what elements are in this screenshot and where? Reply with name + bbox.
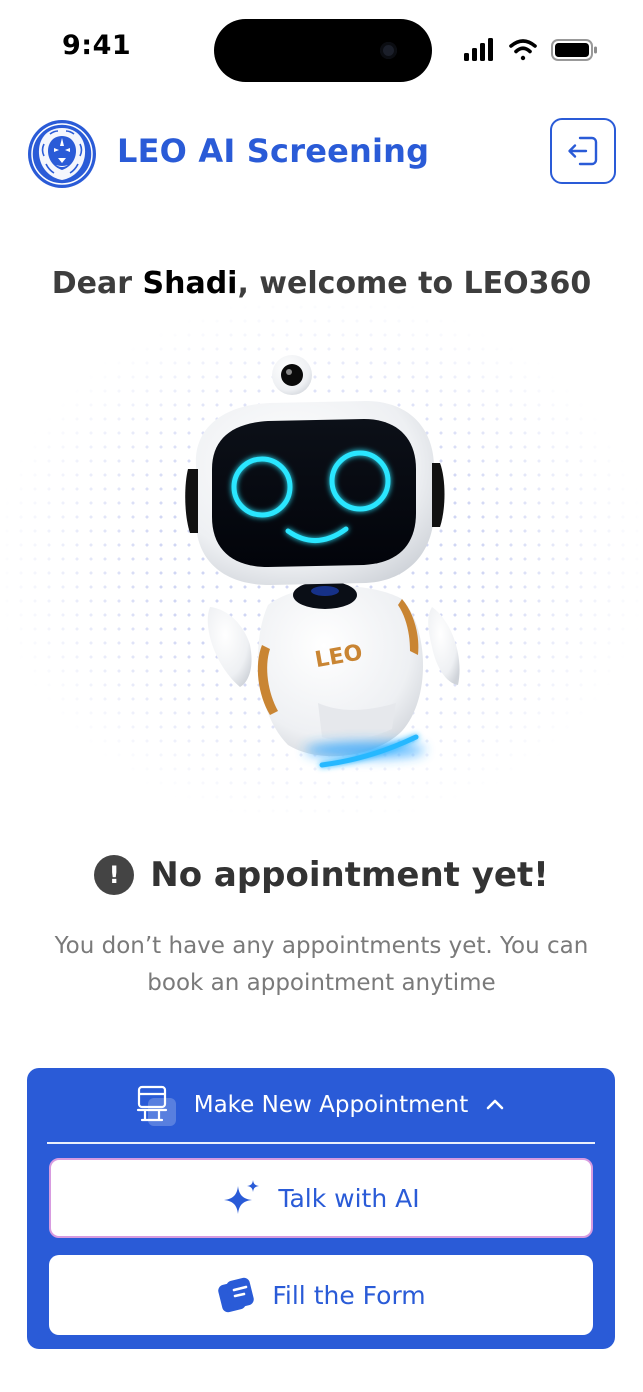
signal-icon <box>464 38 493 61</box>
welcome-prefix: Dear <box>51 266 143 301</box>
logout-button[interactable] <box>550 118 616 184</box>
welcome-suffix: , welcome to LEO360 <box>237 266 592 301</box>
app-header: LEO AI Screening <box>0 110 643 200</box>
wifi-icon <box>509 39 537 61</box>
user-name: Shadi <box>142 266 238 301</box>
calendar-desk-icon <box>136 1085 176 1126</box>
lion-logo-icon <box>28 120 96 188</box>
welcome-message: Dear Shadi, welcome to LEO360 <box>0 266 643 301</box>
make-appointment-label: Make New Appointment <box>193 1092 469 1118</box>
logout-icon <box>568 136 598 166</box>
fill-form-button[interactable]: Fill the Form <box>49 1255 593 1335</box>
empty-state-title-row: ! No appointment yet! <box>0 850 643 900</box>
sparkle-icon <box>224 1180 260 1214</box>
status-bar: 9:41 <box>0 0 643 100</box>
card-divider <box>47 1142 595 1144</box>
status-icons <box>464 38 597 61</box>
talk-with-ai-button[interactable]: Talk with AI <box>49 1158 593 1238</box>
fill-form-label: Fill the Form <box>272 1280 426 1310</box>
form-icon <box>218 1277 255 1313</box>
status-time: 9:41 <box>62 30 132 61</box>
empty-state-description: You don’t have any appointments yet. You… <box>54 933 589 996</box>
brand-title: LEO AI Screening <box>117 132 430 170</box>
talk-with-ai-label: Talk with AI <box>278 1183 420 1213</box>
chevron-up-icon <box>486 1099 504 1110</box>
dynamic-island <box>214 19 432 82</box>
robot-illustration: LEO <box>185 355 460 768</box>
make-appointment-toggle[interactable]: Make New Appointment <box>27 1068 615 1142</box>
make-appointment-card: Make New Appointment Talk with AI Fill t… <box>27 1068 615 1349</box>
exclamation-circle-icon: ! <box>94 855 135 895</box>
battery-icon <box>551 39 597 61</box>
empty-state-title: No appointment yet! <box>150 855 549 895</box>
camera-icon <box>380 42 397 59</box>
